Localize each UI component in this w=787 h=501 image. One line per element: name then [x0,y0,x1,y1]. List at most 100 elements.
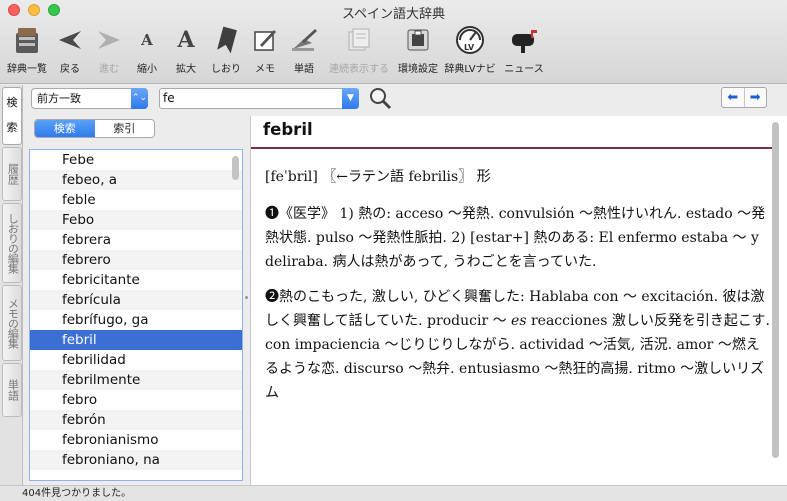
entry-scrollbar[interactable] [772,122,779,458]
forward-arrow-icon [93,24,125,56]
nav-forward-button[interactable]: ➡ [743,88,767,107]
memo-button[interactable]: メモ [246,22,284,76]
continuous-display-button[interactable]: 連続表示する [324,22,394,76]
tab-history[interactable]: 履歴 [2,147,22,201]
list-item[interactable]: Febe [30,150,242,170]
toolbar-label: 辞典一覧 [7,64,47,75]
toolbar-label: メモ [255,64,275,75]
toolbar-label: 戻る [60,64,80,75]
search-mode-value: 前方一致 [37,92,81,105]
list-item[interactable]: febro [30,390,242,410]
list-item[interactable]: febrilmente [30,370,242,390]
search-query: fe [163,91,175,105]
toolbar-label: 拡大 [176,64,196,75]
headword-divider [251,147,773,149]
sense-italic: es [511,313,527,329]
list-item[interactable]: Febo [30,210,242,230]
list-item[interactable]: febrífugo, ga [30,310,242,330]
continuous-display-icon [343,24,375,56]
entry-sense-1: ❶《医学》 1) 熱の: acceso ～発熱. convulsión ～熱性け… [265,202,771,274]
tab-label: 単語 [6,379,20,401]
tab-memo-edit[interactable]: メモの編集 [2,285,22,361]
entry-pane: febril [feˈbril] 〖←ラテン語 febrilis〗 形 ❶《医学… [250,116,787,485]
tab-words[interactable]: 単語 [2,363,22,417]
toolbar-label: 進む [99,64,119,75]
back-button[interactable]: 戻る [50,22,90,76]
preferences-icon [402,24,434,56]
toolbar-label: しおり [211,64,241,75]
list-item[interactable]: febeo, a [30,170,242,190]
tab-bookmark-edit[interactable]: しおりの編集 [2,203,22,283]
word-icon [288,24,320,56]
toolbar-label: 連続表示する [329,64,389,75]
entry-etymology: [feˈbril] 〖←ラテン語 febrilis〗 形 [265,169,491,185]
toolbar: 辞典一覧 戻る 進む A 縮小 A 拡大 しおり メモ 単語 連続表示する 環境… [4,22,550,78]
shrink-text-button[interactable]: A 縮小 [128,22,166,76]
splitter-grip-icon [245,296,248,299]
tab-label: しおりの編集 [6,213,20,273]
toolbar-label: 環境設定 [398,64,438,75]
chevron-down-icon[interactable]: ▼ [342,88,359,109]
tab-label: メモの編集 [6,298,20,348]
tab-label: 履歴 [6,163,20,185]
pane-splitter[interactable] [243,116,250,485]
svg-text:LV: LV [464,43,475,52]
nav-back-button[interactable]: ⬅ [722,88,744,107]
tab-label: 検 [6,96,18,110]
toolbar-label: 縮小 [137,64,157,75]
list-item[interactable]: febrero [30,250,242,270]
bookmark-button[interactable]: しおり [206,22,246,76]
status-bar: 404件見つかりました。 [0,485,787,501]
segment-index[interactable]: 索引 [95,120,155,137]
toolbar-label: 辞典LVナビ [444,64,496,75]
title-bar: スペイン語大辞典 辞典一覧 戻る 進む A 縮小 A 拡大 しおり メモ 単語 … [0,0,787,84]
segment-search[interactable]: 検索 [35,120,95,137]
forward-button[interactable]: 進む [90,22,128,76]
word-list[interactable]: Febe febeo, a feble Febo febrera febrero… [29,149,243,481]
list-item[interactable]: febrícula [30,290,242,310]
search-input[interactable]: fe ▼ [159,88,359,109]
entry-sense-2: ❷熱のこもった, 激しい, ひどく興奮した: Hablaba con ～ exc… [265,285,771,405]
sense-marker: ❶ [265,206,279,222]
dictionary-list-button[interactable]: 辞典一覧 [4,22,50,76]
memo-icon [249,24,281,56]
history-nav: ⬅ ➡ [721,87,767,108]
list-item[interactable]: feble [30,190,242,210]
window-title: スペイン語大辞典 [341,7,446,22]
books-icon [11,24,43,56]
side-tab-bar: 検 索 履歴 しおりの編集 メモの編集 単語 [0,85,23,485]
app-window: スペイン語大辞典 辞典一覧 戻る 進む A 縮小 A 拡大 しおり メモ 単語 … [0,0,787,501]
back-arrow-icon [54,24,86,56]
toolbar-label: 単語 [294,64,314,75]
toolbar-label: ニュース [504,64,544,75]
list-item[interactable]: febricitante [30,270,242,290]
text-larger-icon: A [177,27,195,53]
list-item-selected[interactable]: febril [30,330,242,350]
search-bar: 前方一致 ⌃⌄ fe ▼ ⬅ ➡ [23,85,787,115]
entry-headword: febril [263,120,313,139]
chevron-updown-icon: ⌃⌄ [131,88,148,109]
search-mode-select[interactable]: 前方一致 ⌃⌄ [31,88,148,109]
tab-label: 索 [6,121,18,135]
sense-text: 《医学》 1) 熱の: acceso ～発熱. convulsión ～熱性けい… [265,206,766,270]
bookmark-icon [210,24,242,56]
tab-search[interactable]: 検 索 [2,87,22,145]
list-scrollbar[interactable] [232,156,239,180]
list-item[interactable]: febroniano, na [30,450,242,470]
lv-navi-button[interactable]: LV 辞典LVナビ [442,22,498,76]
search-icon[interactable] [368,86,392,110]
list-item[interactable]: febrilidad [30,350,242,370]
sense-marker: ❷ [265,289,279,305]
preferences-button[interactable]: 環境設定 [394,22,442,76]
word-button[interactable]: 単語 [284,22,324,76]
lv-navi-icon: LV [454,24,486,56]
mailbox-icon [508,24,540,56]
list-item[interactable]: febronianismo [30,430,242,450]
list-item[interactable]: febrera [30,230,242,250]
text-smaller-icon: A [141,31,153,49]
list-item[interactable]: febrón [30,410,242,430]
search-index-toggle: 検索 索引 [34,119,155,138]
news-button[interactable]: ニュース [498,22,550,76]
entry-body: [feˈbril] 〖←ラテン語 febrilis〗 形 ❶《医学》 1) 熱の… [265,165,771,416]
enlarge-text-button[interactable]: A 拡大 [166,22,206,76]
